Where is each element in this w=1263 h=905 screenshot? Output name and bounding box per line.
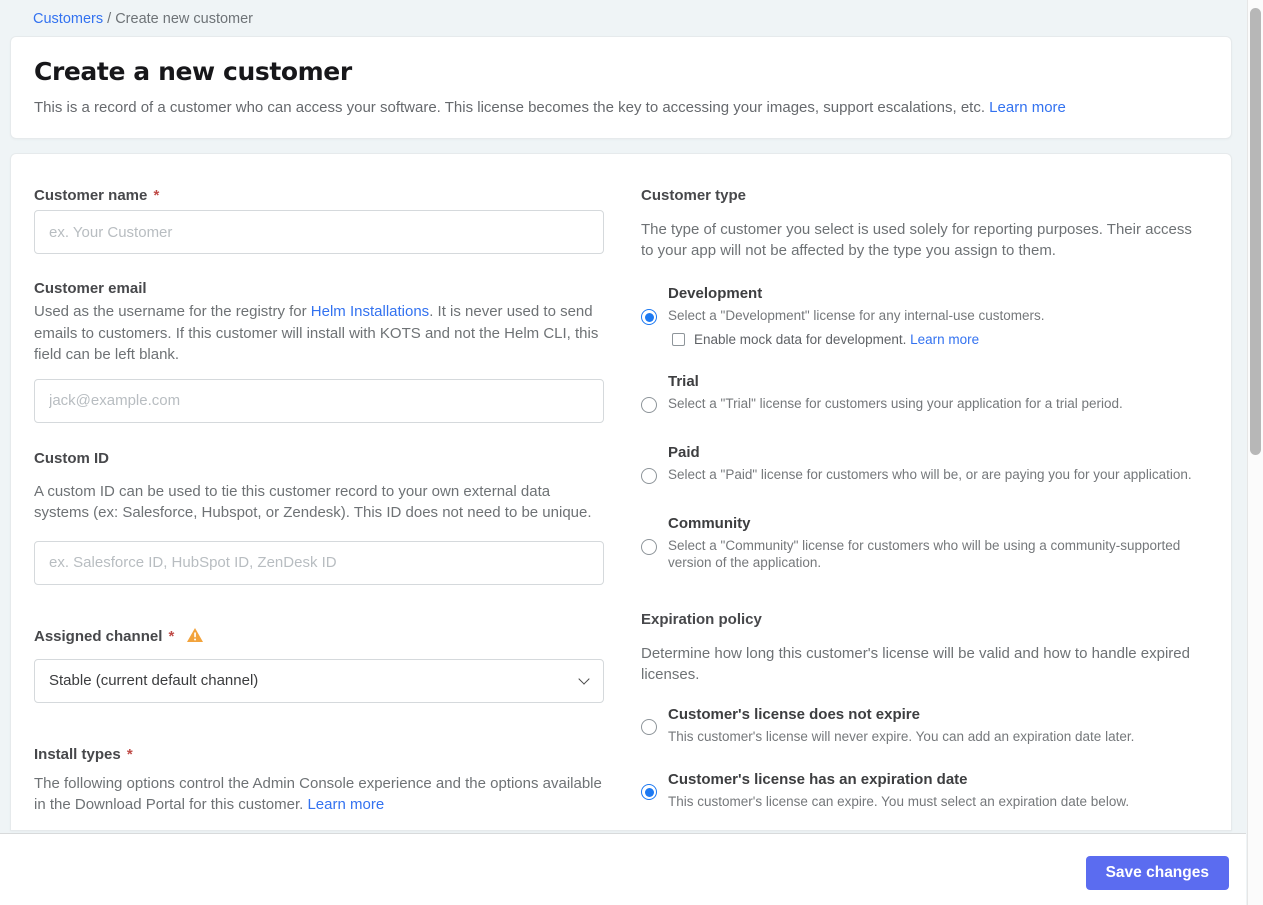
customer-name-label: Customer name * <box>34 187 160 204</box>
customer-email-description: Used as the username for the registry fo… <box>34 303 599 363</box>
custom-id-label: Custom ID <box>34 449 109 467</box>
option-heading: Trial <box>668 373 699 390</box>
page-description-text: This is a record of a customer who can a… <box>34 99 990 116</box>
assigned-channel-select[interactable]: Stable (current default channel) <box>34 658 604 703</box>
custom-id-description: A custom ID can be used to tie this cust… <box>34 482 592 522</box>
scrollbar-thumb[interactable] <box>1250 8 1261 455</box>
page-title: Create a new customer <box>34 57 352 86</box>
option-heading: Community <box>668 515 751 532</box>
scrollbar[interactable] <box>1247 0 1263 905</box>
page-description: This is a record of a customer who can a… <box>34 99 1198 116</box>
required-asterisk: * <box>153 187 160 204</box>
breadcrumb-current: Create new customer <box>115 11 254 27</box>
required-asterisk: * <box>126 745 133 763</box>
option-heading: Paid <box>668 444 700 461</box>
radio-license-has-expiration-date[interactable] <box>641 784 657 800</box>
option-heading: Development <box>668 285 763 302</box>
radio-trial[interactable] <box>641 397 657 413</box>
option-description: Select a "Community" license for custome… <box>668 538 1181 570</box>
breadcrumb-separator: / <box>103 11 116 27</box>
radio-community[interactable] <box>641 539 657 555</box>
footer-action-bar: Save changes <box>0 833 1246 905</box>
mock-data-learn-more-link[interactable]: Learn more <box>910 332 979 347</box>
form-left-column: Customer name * Customer email Used as t… <box>34 187 604 830</box>
radio-license-does-not-expire[interactable] <box>641 719 657 735</box>
install-types-description: The following options control the Admin … <box>34 774 602 814</box>
custom-id-input[interactable] <box>34 540 604 585</box>
expiration-option-no-expire: Customer's license does not expire This … <box>641 706 1193 745</box>
customer-type-option-community: Community Select a "Community" license f… <box>641 515 1193 571</box>
customer-email-input[interactable] <box>34 378 604 423</box>
checkbox-enable-mock-data[interactable] <box>672 333 685 346</box>
option-description: This customer's license can expire. You … <box>668 794 1130 809</box>
customer-type-option-paid: Paid Select a "Paid" license for custome… <box>641 444 1193 489</box>
option-heading: Customer's license does not expire <box>668 706 920 723</box>
radio-paid[interactable] <box>641 468 657 484</box>
warning-triangle-icon <box>186 627 203 642</box>
expiration-policy-label: Expiration policy <box>641 611 762 628</box>
customer-name-input[interactable] <box>34 210 604 254</box>
option-heading: Customer's license has an expiration dat… <box>668 771 968 788</box>
form-right-column: Customer type The type of customer you s… <box>641 187 1193 830</box>
breadcrumb: Customers / Create new customer <box>0 0 1263 27</box>
helm-installations-link[interactable]: Helm Installations <box>311 303 429 320</box>
option-description: Select a "Development" license for any i… <box>668 308 1045 323</box>
install-types-label: Install types * <box>34 745 133 763</box>
assigned-channel-label: Assigned channel * <box>34 627 604 645</box>
customer-form-card: Customer name * Customer email Used as t… <box>10 153 1232 831</box>
customer-type-option-development: Development Select a "Development" licen… <box>641 285 1193 347</box>
customer-type-label: Customer type <box>641 187 747 204</box>
install-types-learn-more-link[interactable]: Learn more <box>307 796 384 813</box>
option-description: Select a "Paid" license for customers wh… <box>668 467 1192 482</box>
mock-data-checkbox-row: Enable mock data for development. Learn … <box>668 332 1193 347</box>
header-learn-more-link[interactable]: Learn more <box>989 99 1066 116</box>
expiration-option-has-date: Customer's license has an expiration dat… <box>641 771 1193 810</box>
header-card: Create a new customer This is a record o… <box>10 36 1232 139</box>
mock-data-checkbox-label: Enable mock data for development. Learn … <box>694 332 980 347</box>
breadcrumb-link-customers[interactable]: Customers <box>33 11 103 27</box>
customer-type-option-trial: Trial Select a "Trial" license for custo… <box>641 373 1193 418</box>
required-asterisk: * <box>168 627 175 645</box>
expiration-policy-description: Determine how long this customer's licen… <box>641 645 1190 683</box>
save-changes-button[interactable]: Save changes <box>1085 856 1229 890</box>
radio-development[interactable] <box>641 309 657 325</box>
customer-email-label: Customer email <box>34 280 147 297</box>
customer-type-description: The type of customer you select is used … <box>641 221 1192 259</box>
option-description: Select a "Trial" license for customers u… <box>668 396 1123 411</box>
option-description: This customer's license will never expir… <box>668 729 1135 744</box>
